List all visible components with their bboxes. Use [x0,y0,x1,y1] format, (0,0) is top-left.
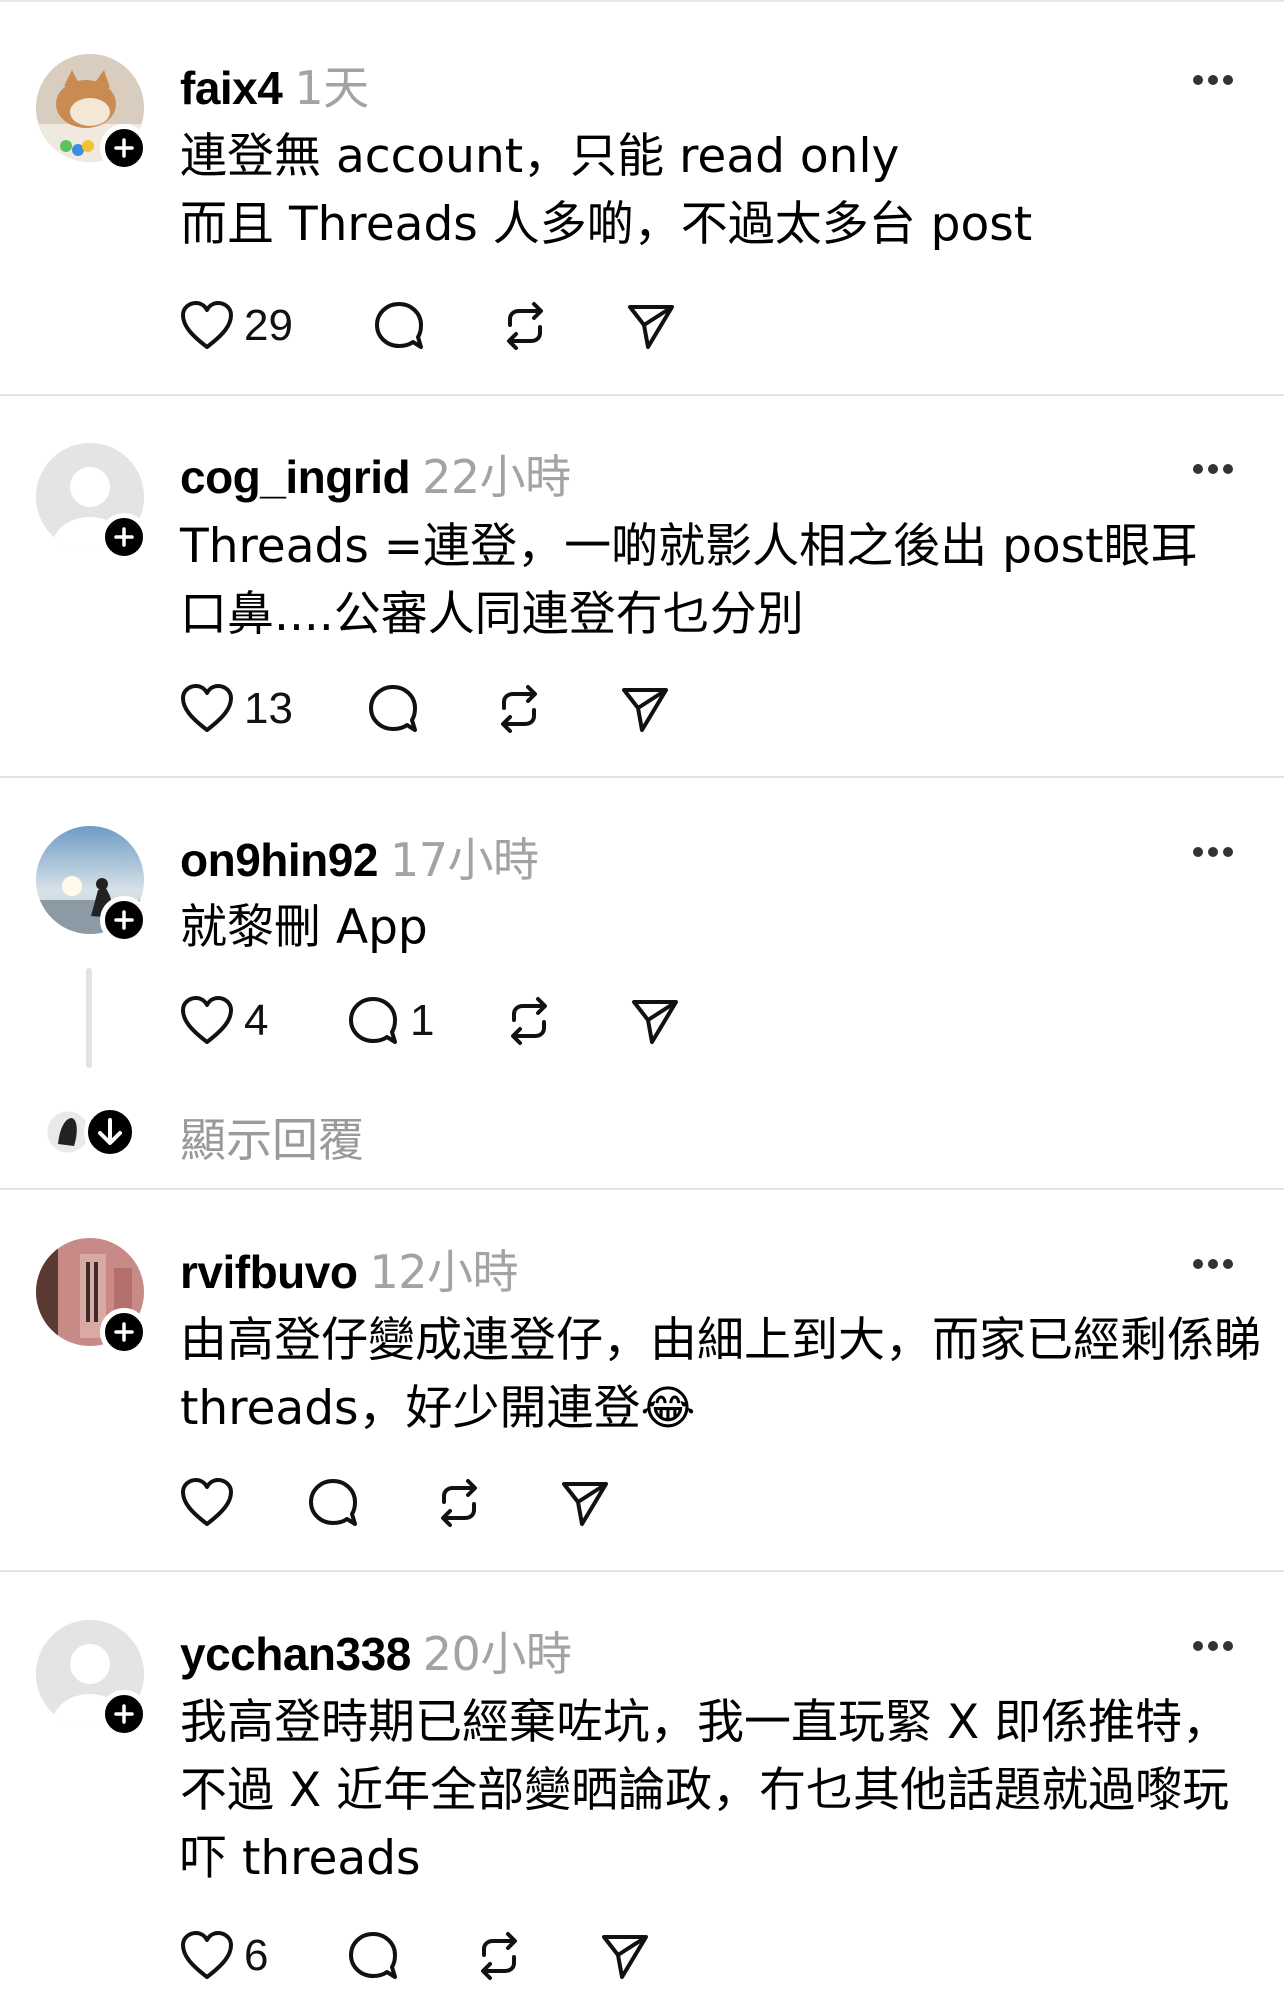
reply-button[interactable] [346,1926,400,1986]
comment-icon [349,1932,397,1979]
show-replies-link[interactable]: 顯示回覆 [180,1104,364,1170]
repost-button[interactable] [432,1473,486,1533]
repost-button[interactable] [502,991,556,1051]
repost-button[interactable] [492,679,546,739]
repost-button[interactable] [498,296,552,356]
reply-button[interactable] [372,296,426,356]
comment-icon [309,1479,357,1526]
username[interactable]: ycchan338 20小時 [180,1618,572,1684]
like-button[interactable]: 4 [180,991,268,1051]
share-button[interactable] [598,1926,652,1986]
send-icon [622,688,668,732]
share-button[interactable] [624,296,678,356]
share-button[interactable] [618,679,672,739]
post-text: 我高登時期已經棄咗坑，我一直玩緊 X 即係推特，不過 X 近年全部變晒論政，冇乜… [180,1695,1230,1886]
thread-line [86,968,92,1068]
username[interactable]: cog_ingrid 22小時 [180,441,571,507]
reply-button[interactable] [306,1473,360,1533]
username[interactable]: faix4 1天 [180,52,369,118]
post-divider [0,1188,1284,1190]
username[interactable]: on9hin92 17小時 [180,824,539,890]
post-divider [0,394,1284,396]
like-button[interactable]: 13 [180,679,293,739]
more-icon[interactable] [1192,844,1234,863]
reply-button[interactable]: 1 [346,991,434,1051]
repost-button[interactable] [472,1926,526,1986]
more-icon[interactable] [1192,1256,1234,1275]
heart-icon [181,1478,233,1526]
heart-icon [181,684,233,732]
more-icon[interactable] [1192,1638,1234,1657]
like-count: 4 [244,996,269,1045]
send-icon [628,305,674,349]
post-text: 連登無 account，只能 read only 而且 Threads 人多啲，… [180,129,1033,252]
more-icon[interactable] [1192,461,1234,480]
repost-icon [481,1932,517,1980]
send-icon [632,1000,678,1044]
post-divider [0,1570,1284,1572]
repost-icon [501,685,537,733]
post-text: Threads =連登，一啲就影人相之後出 post眼耳口鼻....公審人同連登… [180,519,1198,642]
repost-icon [511,997,547,1045]
send-icon [602,1935,648,1979]
post-time: 1天 [294,61,369,115]
post-text: 由高登仔變成連登仔，由細上到大，而家已經剩係睇 threads，好少開連登😂 [180,1313,1276,1436]
show-replies-avatars[interactable] [44,1104,136,1164]
repost-icon [441,1479,477,1527]
heart-icon [181,1931,233,1979]
follow-plus-icon[interactable] [100,896,148,944]
follow-plus-icon[interactable] [100,1690,148,1738]
like-button[interactable]: 6 [180,1926,268,1986]
like-count: 6 [244,1931,269,1980]
post-time: 20小時 [422,1627,572,1681]
like-button[interactable]: 29 [180,296,293,356]
heart-icon [181,996,233,1044]
post-text: 就黎刪 App [180,900,428,955]
username[interactable]: rvifbuvo 12小時 [180,1236,519,1302]
reply-button[interactable] [366,679,420,739]
post-time: 17小時 [389,833,539,887]
follow-plus-icon[interactable] [100,513,148,561]
like-count: 13 [244,684,293,733]
repost-icon [507,302,543,350]
post-time: 22小時 [422,450,571,504]
share-button[interactable] [558,1473,612,1533]
post-divider [0,776,1284,778]
more-icon[interactable] [1192,72,1234,91]
top-divider [0,0,1284,2]
like-count: 29 [244,301,293,350]
share-button[interactable] [628,991,682,1051]
comment-icon [375,302,423,349]
heart-icon [181,301,233,349]
comment-icon [349,997,397,1044]
send-icon [562,1482,608,1526]
comment-icon [369,685,417,732]
post-time: 12小時 [369,1245,519,1299]
like-button[interactable] [180,1473,244,1533]
follow-plus-icon[interactable] [100,124,148,172]
follow-plus-icon[interactable] [100,1308,148,1356]
reply-count: 1 [410,996,435,1045]
